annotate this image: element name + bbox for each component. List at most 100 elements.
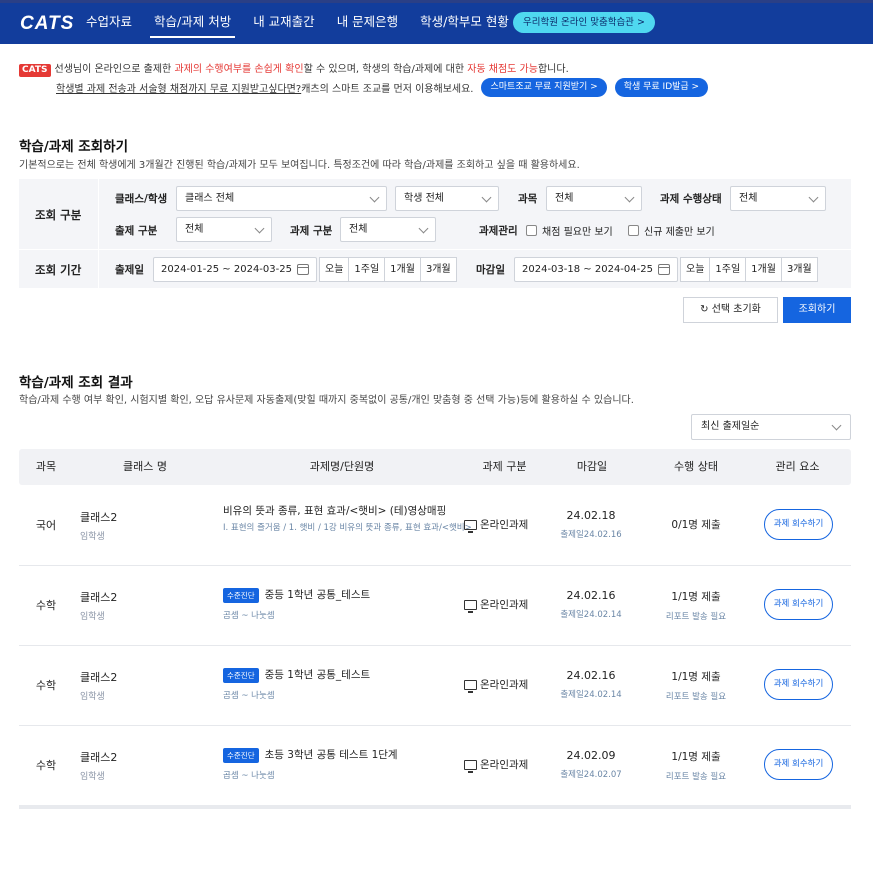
- sort-select[interactable]: 최신 출제일순: [691, 414, 851, 440]
- task-type-label: 온라인과제: [480, 599, 529, 611]
- chevron-down-icon: [481, 192, 492, 203]
- issue-date-range-input[interactable]: 2024-01-25 ~ 2024-03-25: [153, 257, 317, 282]
- notice-banner: CATS 선생님이 온라인으로 출제한 과제의 수행여부를 손쉽게 확인할 수 있…: [19, 60, 859, 97]
- task-type-select[interactable]: 전체: [340, 217, 436, 242]
- range-1week[interactable]: 1주일: [709, 257, 747, 282]
- assignment-title-cell[interactable]: 수준진단 중등 1학년 공통_테스트: [223, 587, 370, 603]
- student-id-button[interactable]: 학생 무료 ID발급 >: [614, 78, 709, 97]
- grading-needed-checkbox[interactable]: 채점 필요만 보기: [526, 223, 613, 238]
- class-student-label: 클래스/학생: [115, 193, 168, 205]
- notice-text: 할 수 있으며, 학생의 학습/과제에 대한: [303, 64, 468, 75]
- column-header: 수행 상태: [674, 460, 718, 473]
- column-header: 과제 구분: [482, 460, 527, 473]
- reset-button[interactable]: ↻ 선택 초기화: [683, 297, 778, 323]
- assignment-title-cell[interactable]: 수준진단 중등 1학년 공통_테스트: [223, 667, 370, 683]
- search-button[interactable]: 조회하기: [783, 297, 851, 323]
- recall-assignment-button[interactable]: 과제 회수하기: [764, 749, 833, 780]
- chevron-down-icon: [369, 192, 380, 203]
- task-type-label: 과제 구분: [290, 225, 333, 237]
- range-today[interactable]: 오늘: [680, 257, 711, 282]
- range-3months[interactable]: 3개월: [419, 257, 457, 282]
- recall-assignment-button[interactable]: 과제 회수하기: [764, 589, 833, 620]
- checkbox-label: 신규 제출만 보기: [644, 227, 715, 238]
- class-cell: 클래스2 임학생: [80, 509, 117, 542]
- table-row[interactable]: 국어 클래스2 임학생 비유의 뜻과 종류, 표현 효과/<햇비> (테)영상매핑…: [19, 486, 851, 566]
- chevron-down-icon: [808, 192, 819, 203]
- nav-item-assignment[interactable]: 학습/과제 처방: [150, 3, 236, 44]
- checkbox-box[interactable]: [628, 225, 639, 236]
- due-date-label: 마감일: [476, 264, 505, 276]
- submission-status: 1/1명 제출: [671, 671, 721, 683]
- submission-status: 1/1명 제출: [671, 751, 721, 763]
- range-3months[interactable]: 3개월: [780, 257, 818, 282]
- subject-label: 과목: [518, 193, 538, 205]
- range-today[interactable]: 오늘: [319, 257, 350, 282]
- due-date-range-input[interactable]: 2024-03-18 ~ 2024-04-25: [514, 257, 678, 282]
- range-1month[interactable]: 1개월: [384, 257, 421, 282]
- column-header: 마감일: [576, 460, 608, 473]
- assignment-title[interactable]: 비유의 뜻과 종류, 표현 효과/<햇비> (테)영상매핑: [223, 503, 446, 518]
- notice-highlight: 자동 채점도 가능: [467, 64, 538, 75]
- class-cell: 클래스2 임학생: [80, 749, 117, 782]
- issue-date-value: 2024-01-25 ~ 2024-03-25: [161, 264, 292, 275]
- search-section-desc: 기본적으로는 전체 학생에게 3개월간 진행된 학습/과제가 모두 보여집니다.…: [19, 160, 580, 171]
- smart-assistant-link[interactable]: 학생별 과제 전송과 서술형 채점까지 무료 지원받고싶다면?: [56, 80, 301, 95]
- nav-item-student-status[interactable]: 학생/학부모 현황: [420, 3, 509, 44]
- divider: [98, 179, 99, 288]
- student-select-value: 학생 전체: [404, 193, 444, 204]
- task-type-label: 온라인과제: [480, 679, 529, 691]
- chevron-down-icon: [254, 223, 265, 234]
- range-1month[interactable]: 1개월: [745, 257, 782, 282]
- status-select-value: 전체: [739, 193, 758, 204]
- issue-type-select[interactable]: 전체: [176, 217, 272, 242]
- class-select[interactable]: 클래스 전체: [176, 186, 387, 211]
- unit-name: 곰셈 ~ 나눗셈: [223, 691, 275, 701]
- due-date-value: 2024-03-18 ~ 2024-04-25: [522, 264, 653, 275]
- table-row[interactable]: 수학 클래스2 임학생 수준진단 중등 1학년 공통_테스트 곰셈 ~ 나눗셈 온라…: [19, 566, 851, 646]
- notice-line-1: CATS 선생님이 온라인으로 출제한 과제의 수행여부를 손쉽게 확인할 수 있…: [19, 60, 859, 77]
- column-header: 클래스 명: [123, 460, 167, 473]
- new-submission-checkbox[interactable]: 신규 제출만 보기: [628, 223, 715, 238]
- assignment-title-cell[interactable]: 수준진단 초등 3학년 공통 테스트 1단계: [223, 747, 398, 763]
- notice-text: 합니다.: [537, 64, 569, 75]
- monitor-icon: [464, 679, 477, 693]
- monitor-icon: [464, 519, 477, 533]
- student-name: 임학생: [80, 532, 105, 542]
- table-bottom-bar: [19, 805, 851, 809]
- level-diagnosis-badge: 수준진단: [223, 747, 259, 763]
- status-select[interactable]: 전체: [730, 186, 826, 211]
- subject-select[interactable]: 전체: [546, 186, 642, 211]
- student-name: 임학생: [80, 692, 105, 702]
- recall-assignment-button[interactable]: 과제 회수하기: [764, 509, 833, 540]
- cats-logo[interactable]: CATS: [20, 13, 74, 35]
- class-name: 클래스2: [80, 751, 118, 764]
- results-section-title: 학습/과제 조회 결과: [19, 375, 133, 391]
- due-cell: 24.02.16 출제일24.02.14: [540, 669, 642, 700]
- task-type-label: 온라인과제: [480, 519, 529, 531]
- table-header: 과목 클래스 명 과제명/단원명 과제 구분 마감일 수행 상태 관리 요소: [19, 449, 851, 485]
- nav-item-textbook[interactable]: 내 교재출간: [253, 3, 314, 44]
- unit-name: I. 표현의 즐거움 / 1. 햇비 / 1강 비유의 뜻과 종류, 표현 효과…: [223, 523, 472, 533]
- column-header: 관리 요소: [775, 460, 820, 473]
- status-cell: 1/1명 제출 리포트 발송 필요: [642, 749, 750, 782]
- recall-assignment-button[interactable]: 과제 회수하기: [764, 669, 833, 700]
- class-name: 클래스2: [80, 511, 118, 524]
- table-row[interactable]: 수학 클래스2 임학생 수준진단 중등 1학년 공통_테스트 곰셈 ~ 나눗셈 온라…: [19, 646, 851, 726]
- promo-button[interactable]: 우리학원 온라인 맞춤학습관 >: [513, 12, 655, 33]
- issued-date: 출제일24.02.07: [560, 770, 622, 780]
- nav-item-class-materials[interactable]: 수업자료: [86, 3, 132, 44]
- range-1week[interactable]: 1주일: [348, 257, 386, 282]
- class-cell: 클래스2 임학생: [80, 669, 117, 702]
- student-select[interactable]: 학생 전체: [395, 186, 499, 211]
- manage-label: 과제관리: [479, 225, 518, 237]
- task-type-cell: 온라인과제: [464, 757, 528, 773]
- chevron-down-icon: [418, 223, 429, 234]
- main-nav: 수업자료 학습/과제 처방 내 교재출간 내 문제은행 학생/학부모 현황: [86, 3, 531, 44]
- class-name: 클래스2: [80, 591, 118, 604]
- table-row[interactable]: 수학 클래스2 임학생 수준진단 초등 3학년 공통 테스트 1단계 곱셈 ~ 나눗…: [19, 726, 851, 806]
- smart-assistant-button[interactable]: 스마트조교 무료 지원받기 >: [481, 78, 607, 97]
- calendar-icon[interactable]: [297, 264, 309, 275]
- nav-item-question-bank[interactable]: 내 문제은행: [337, 3, 398, 44]
- checkbox-box[interactable]: [526, 225, 537, 236]
- calendar-icon[interactable]: [658, 264, 670, 275]
